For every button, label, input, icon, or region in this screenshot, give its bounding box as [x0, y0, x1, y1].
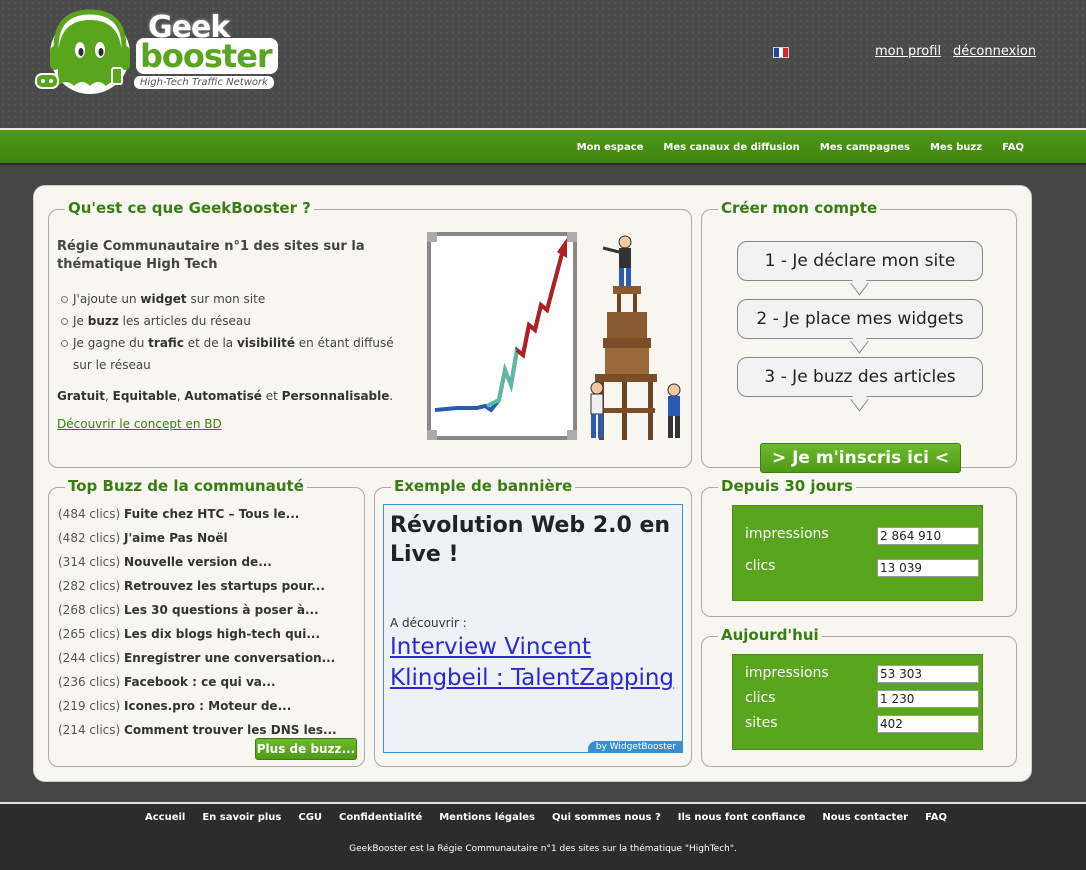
banner-headline: Révolution Web 2.0 en Live !: [390, 513, 671, 567]
list-item: J'ajoute un widget sur mon site: [61, 288, 411, 310]
list-item[interactable]: (236 clics) Facebook : ce qui va...: [58, 670, 337, 694]
list-item[interactable]: (219 clics) Icones.pro : Moteur de...: [58, 694, 337, 718]
footer-link-en-savoir-plus[interactable]: En savoir plus: [202, 812, 281, 823]
footer-link-cgu[interactable]: CGU: [298, 812, 322, 823]
stats-today-title: Aujourd'hui: [718, 626, 822, 644]
footer-link-contact[interactable]: Nous contacter: [822, 812, 908, 823]
footer: Accueil En savoir plus CGU Confidentiali…: [0, 802, 1086, 870]
fr-flag-icon[interactable]: [773, 47, 789, 58]
impressions-label: impressions: [745, 526, 829, 542]
banner-example-title: Exemple de bannière: [391, 477, 576, 495]
geekbooster-logo[interactable]: Geek booster High-Tech Traffic Network: [34, 8, 278, 100]
banner-article-link[interactable]: Interview Vincent Klingbeil : TalentZapp…: [390, 632, 680, 694]
robot-mascot-icon: [35, 9, 130, 94]
stats-30-days-box: Depuis 30 jours impressions 2 864 910 cl…: [701, 477, 1017, 617]
signup-button[interactable]: > Je m'inscris ici <: [760, 443, 961, 473]
impressions-30-value: 2 864 910: [877, 527, 979, 545]
clicks-label: clics: [745, 690, 776, 706]
sites-today-value: 402: [877, 715, 979, 733]
logout-link[interactable]: déconnexion: [953, 44, 1036, 59]
main-panel: Qu'est ce que GeekBooster ? Régie Commun…: [33, 185, 1032, 782]
logo-tagline: High-Tech Traffic Network: [134, 76, 274, 89]
nav-item-buzz[interactable]: Mes buzz: [930, 142, 982, 153]
buzz-list: (484 clics) Fuite chez HTC – Tous le... …: [58, 502, 337, 742]
step-buzz-articles: 3 - Je buzz des articles: [737, 357, 983, 397]
clicks-label: clics: [745, 558, 776, 574]
list-item[interactable]: (265 clics) Les dix blogs high-tech qui.…: [58, 622, 337, 646]
create-account-title: Créer mon compte: [718, 199, 881, 217]
stats-today-box: Aujourd'hui impressions 53 303 clics 1 2…: [701, 626, 1017, 767]
top-buzz-box: Top Buzz de la communauté (484 clics) Fu…: [48, 477, 365, 767]
more-buzz-button[interactable]: Plus de buzz...: [255, 738, 357, 760]
stats-30-days-panel: impressions 2 864 910 clics 13 039: [732, 505, 983, 601]
logo-word-booster: booster: [136, 38, 278, 74]
about-list: J'ajoute un widget sur mon site Je buzz …: [61, 288, 411, 376]
footer-link-accueil[interactable]: Accueil: [145, 812, 185, 823]
list-item: Je gagne du trafic et de la visibilité e…: [61, 332, 411, 376]
impressions-label: impressions: [745, 665, 829, 681]
footer-link-mentions-legales[interactable]: Mentions légales: [439, 812, 535, 823]
footer-tagline: GeekBooster est la Régie Communautaire n…: [349, 844, 737, 854]
step-place-widgets: 2 - Je place mes widgets: [737, 299, 983, 339]
footer-link-faq[interactable]: FAQ: [925, 812, 947, 823]
clicks-30-value: 13 039: [877, 559, 979, 577]
nav-item-campagnes[interactable]: Mes campagnes: [820, 142, 910, 153]
footer-links: Accueil En savoir plus CGU Confidentiali…: [0, 812, 1086, 823]
list-item[interactable]: (244 clics) Enregistrer une conversation…: [58, 646, 337, 670]
list-item[interactable]: (482 clics) J'aime Pas Noël: [58, 526, 337, 550]
main-nav: Mon espace Mes canaux de diffusion Mes c…: [0, 128, 1086, 165]
banner-example-box: Exemple de bannière Révolution Web 2.0 e…: [374, 477, 692, 767]
header: Geek booster High-Tech Traffic Network m…: [0, 0, 1086, 128]
about-box: Qu'est ce que GeekBooster ? Régie Commun…: [48, 199, 692, 468]
list-item[interactable]: (314 clics) Nouvelle version de...: [58, 550, 337, 574]
clicks-today-value: 1 230: [877, 690, 979, 708]
footer-link-qui-sommes-nous[interactable]: Qui sommes nous ?: [552, 812, 661, 823]
banner-label: A découvrir :: [390, 616, 467, 630]
about-heading: Régie Communautaire n°1 des sites sur la…: [57, 239, 365, 272]
banner-credit[interactable]: by WidgetBooster: [587, 741, 682, 752]
banner-widget: Révolution Web 2.0 en Live ! A découvrir…: [383, 504, 683, 753]
about-summary: Gratuit, Equitable, Automatisé et Person…: [57, 389, 394, 403]
nav-item-faq[interactable]: FAQ: [1002, 142, 1024, 153]
growth-chart-illustration: [427, 232, 681, 440]
list-item[interactable]: (268 clics) Les 30 questions à poser à..…: [58, 598, 337, 622]
list-item[interactable]: (484 clics) Fuite chez HTC – Tous le...: [58, 502, 337, 526]
discover-concept-link[interactable]: Découvrir le concept en BD: [57, 417, 222, 431]
footer-link-confiance[interactable]: Ils nous font confiance: [678, 812, 806, 823]
sites-label: sites: [745, 715, 778, 731]
stats-today-panel: impressions 53 303 clics 1 230 sites 402: [732, 654, 983, 750]
top-buzz-title: Top Buzz de la communauté: [65, 477, 307, 495]
nav-item-mon-espace[interactable]: Mon espace: [577, 142, 644, 153]
stats-30-days-title: Depuis 30 jours: [718, 477, 856, 495]
list-item[interactable]: (282 clics) Retrouvez les startups pour.…: [58, 574, 337, 598]
step-declare-site: 1 - Je déclare mon site: [737, 241, 983, 281]
list-item: Je buzz les articles du réseau: [61, 310, 411, 332]
create-account-box: Créer mon compte 1 - Je déclare mon site…: [701, 199, 1017, 473]
nav-item-canaux[interactable]: Mes canaux de diffusion: [663, 142, 799, 153]
about-title: Qu'est ce que GeekBooster ?: [65, 199, 314, 217]
profile-link[interactable]: mon profil: [875, 44, 941, 59]
impressions-today-value: 53 303: [877, 665, 979, 683]
footer-link-confidentialite[interactable]: Confidentialité: [339, 812, 422, 823]
